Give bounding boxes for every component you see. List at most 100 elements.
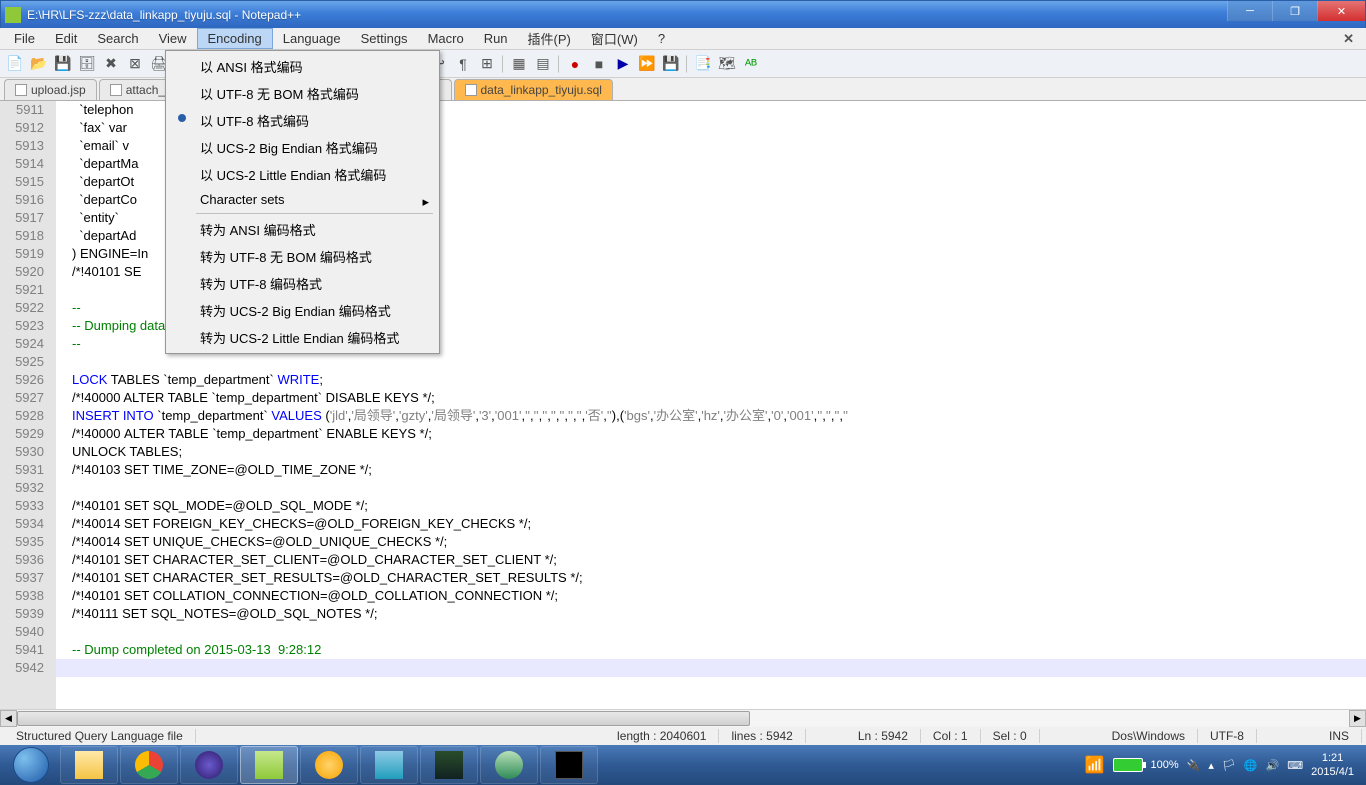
encoding-charsets[interactable]: Character sets▸ xyxy=(168,188,437,211)
spell-icon[interactable]: ᴬᴮ xyxy=(740,53,762,75)
input-icon[interactable]: ⌨ xyxy=(1287,759,1303,772)
task-winscp[interactable] xyxy=(360,746,418,784)
menu-language[interactable]: Language xyxy=(273,29,351,48)
task-cmd[interactable] xyxy=(540,746,598,784)
task-heidisql[interactable] xyxy=(420,746,478,784)
task-notepadpp[interactable] xyxy=(240,746,298,784)
minimize-button[interactable]: ─ xyxy=(1227,1,1272,21)
task-eclipse[interactable] xyxy=(180,746,238,784)
window-titlebar: E:\HR\LFS-zzz\data_linkapp_tiyuju.sql - … xyxy=(0,0,1366,28)
menu-macro[interactable]: Macro xyxy=(418,29,474,48)
encoding-ansi[interactable]: 以 ANSI 格式编码 xyxy=(168,53,437,80)
doc-map-icon[interactable]: 🗺 xyxy=(716,53,738,75)
toolbar-separator xyxy=(502,55,504,73)
battery-icon[interactable] xyxy=(1113,758,1143,772)
indent-guide-icon[interactable]: ⊞ xyxy=(476,53,498,75)
menu-help[interactable]: ? xyxy=(648,29,675,48)
tray-arrow-icon[interactable]: ▴ xyxy=(1208,759,1214,772)
convert-utf8[interactable]: 转为 UTF-8 编码格式 xyxy=(168,270,437,297)
battery-percent: 100% xyxy=(1151,759,1179,771)
encoding-utf8-label: 以 UTF-8 格式编码 xyxy=(200,114,309,129)
convert-ansi[interactable]: 转为 ANSI 编码格式 xyxy=(168,216,437,243)
menu-edit[interactable]: Edit xyxy=(45,29,87,48)
convert-utf8-nobom[interactable]: 转为 UTF-8 无 BOM 编码格式 xyxy=(168,243,437,270)
tab-sql-active[interactable]: data_linkapp_tiyuju.sql xyxy=(454,79,613,100)
menu-view[interactable]: View xyxy=(149,29,197,48)
wifi-icon[interactable]: 📶 xyxy=(1085,755,1105,775)
encoding-ucs2le[interactable]: 以 UCS-2 Little Endian 格式编码 xyxy=(168,161,437,188)
menu-divider xyxy=(196,213,433,214)
unfold-icon[interactable]: ▤ xyxy=(532,53,554,75)
encoding-ucs2be[interactable]: 以 UCS-2 Big Endian 格式编码 xyxy=(168,134,437,161)
power-icon[interactable]: 🔌 xyxy=(1187,759,1201,772)
task-wifi[interactable] xyxy=(300,746,358,784)
close-all-icon[interactable]: ⊠ xyxy=(124,53,146,75)
start-button[interactable] xyxy=(4,746,58,784)
show-all-chars-icon[interactable]: ¶ xyxy=(452,53,474,75)
network-icon[interactable]: 🌐 xyxy=(1244,759,1258,772)
status-ln: Ln : 5942 xyxy=(846,729,921,743)
menu-file[interactable]: File xyxy=(4,29,45,48)
status-length: length : 2040601 xyxy=(605,729,719,743)
status-bar: Structured Query Language file length : … xyxy=(0,726,1366,745)
maximize-button[interactable]: ❐ xyxy=(1272,1,1317,21)
tray-clock[interactable]: 1:21 2015/4/1 xyxy=(1311,751,1354,779)
tab-label: upload.jsp xyxy=(31,83,86,97)
close-button[interactable]: ✕ xyxy=(1317,1,1365,21)
task-explorer[interactable] xyxy=(60,746,118,784)
folder-icon xyxy=(75,751,103,779)
scroll-left-button[interactable]: ◀ xyxy=(0,710,17,727)
horizontal-scrollbar[interactable]: ◀ ▶ xyxy=(0,709,1366,726)
app-icon xyxy=(5,7,21,23)
menu-settings[interactable]: Settings xyxy=(351,29,418,48)
status-lines: lines : 5942 xyxy=(719,729,805,743)
encoding-utf8-nobom[interactable]: 以 UTF-8 无 BOM 格式编码 xyxy=(168,80,437,107)
scroll-right-button[interactable]: ▶ xyxy=(1349,710,1366,727)
function-list-icon[interactable]: 📑 xyxy=(692,53,714,75)
flag-icon[interactable]: 🏳 xyxy=(1222,759,1236,772)
menu-run[interactable]: Run xyxy=(474,29,518,48)
close-file-icon[interactable]: ✖ xyxy=(100,53,122,75)
new-file-icon[interactable]: 📄 xyxy=(4,53,26,75)
save-all-icon[interactable]: 🗄 xyxy=(76,53,98,75)
window-title: E:\HR\LFS-zzz\data_linkapp_tiyuju.sql - … xyxy=(27,8,301,22)
menu-window[interactable]: 窗口(W) xyxy=(581,27,648,50)
encoding-dropdown: 以 ANSI 格式编码 以 UTF-8 无 BOM 格式编码 以 UTF-8 格… xyxy=(165,50,440,354)
window-controls: ─ ❐ ✕ xyxy=(1227,1,1365,21)
status-language: Structured Query Language file xyxy=(4,729,196,743)
menu-bar: File Edit Search View Encoding Language … xyxy=(0,28,1366,50)
chrome-icon xyxy=(135,751,163,779)
save-macro-icon[interactable]: 💾 xyxy=(660,53,682,75)
save-icon[interactable]: 💾 xyxy=(52,53,74,75)
volume-icon[interactable]: 🔊 xyxy=(1266,759,1280,772)
task-app[interactable] xyxy=(480,746,538,784)
fold-icon[interactable]: ▦ xyxy=(508,53,530,75)
menu-search[interactable]: Search xyxy=(87,29,148,48)
tab-upload[interactable]: upload.jsp xyxy=(4,79,97,100)
convert-ucs2le[interactable]: 转为 UCS-2 Little Endian 编码格式 xyxy=(168,324,437,351)
scroll-track[interactable] xyxy=(17,710,1349,727)
cmd-icon xyxy=(555,751,583,779)
fast-macro-icon[interactable]: ⏩ xyxy=(636,53,658,75)
file-icon xyxy=(465,84,477,96)
status-col: Col : 1 xyxy=(921,729,981,743)
status-sel: Sel : 0 xyxy=(981,729,1040,743)
tab-label: data_linkapp_tiyuju.sql xyxy=(481,83,602,97)
record-macro-icon[interactable]: ● xyxy=(564,53,586,75)
close-document-button[interactable]: ✕ xyxy=(1335,31,1362,47)
stop-macro-icon[interactable]: ■ xyxy=(588,53,610,75)
convert-ucs2be[interactable]: 转为 UCS-2 Big Endian 编码格式 xyxy=(168,297,437,324)
encoding-utf8[interactable]: 以 UTF-8 格式编码 xyxy=(168,107,437,134)
menu-encoding[interactable]: Encoding xyxy=(197,28,273,49)
status-ins: INS xyxy=(1317,729,1362,743)
file-icon xyxy=(15,84,27,96)
line-number-gutter: 5911591259135914591559165917591859195920… xyxy=(0,101,56,709)
tray-date: 2015/4/1 xyxy=(1311,765,1354,779)
scroll-thumb[interactable] xyxy=(17,711,750,726)
status-encoding: UTF-8 xyxy=(1198,729,1257,743)
play-macro-icon[interactable]: ▶ xyxy=(612,53,634,75)
menu-plugins[interactable]: 插件(P) xyxy=(518,27,581,50)
task-chrome[interactable] xyxy=(120,746,178,784)
status-eol: Dos\Windows xyxy=(1100,729,1198,743)
open-file-icon[interactable]: 📂 xyxy=(28,53,50,75)
